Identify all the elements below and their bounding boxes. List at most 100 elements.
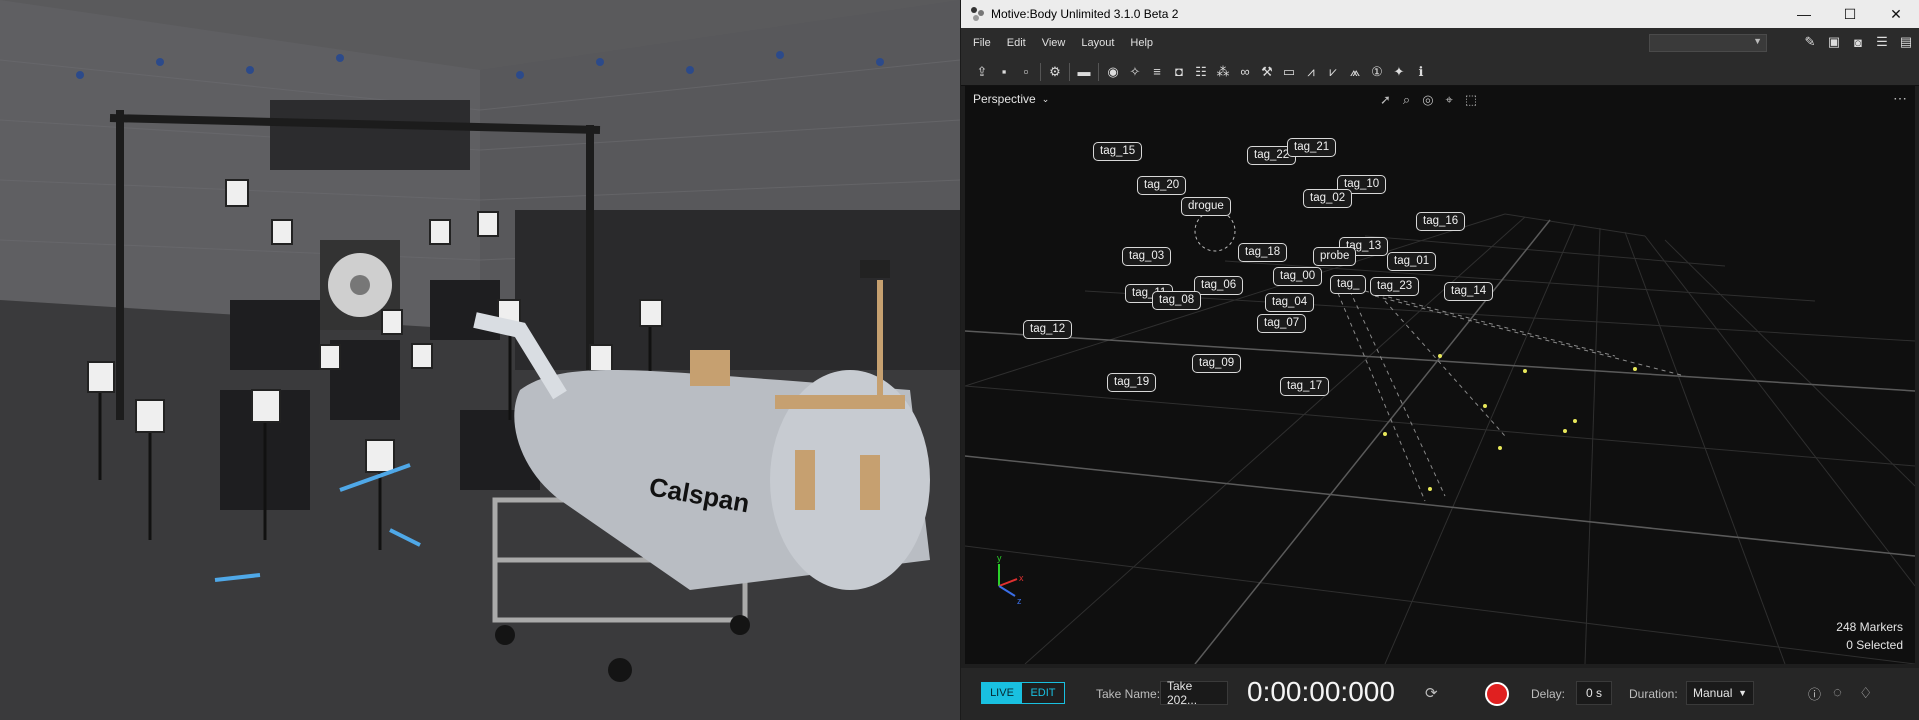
marker-icon[interactable]: ✦ bbox=[1388, 61, 1410, 83]
visibility-icon[interactable]: ◎ bbox=[1422, 92, 1433, 108]
motive-window: Motive:Body Unlimited 3.1.0 Beta 2 — ☐ ✕… bbox=[961, 0, 1919, 720]
asset-label[interactable]: tag_06 bbox=[1194, 276, 1244, 295]
panel-icon[interactable]: ▬ bbox=[1073, 61, 1095, 83]
layout-custom-icon[interactable]: ▤ bbox=[1897, 33, 1915, 51]
asset-label[interactable]: tag_12 bbox=[1023, 320, 1073, 339]
menu-view[interactable]: View bbox=[1034, 37, 1074, 49]
chevron-down-icon: ⌄ bbox=[1041, 93, 1050, 104]
duration-dropdown[interactable]: Manual ▼ bbox=[1686, 681, 1754, 705]
take-name-field[interactable]: Take 202... bbox=[1160, 679, 1228, 707]
record-button[interactable] bbox=[1485, 682, 1509, 706]
asset-label[interactable]: drogue bbox=[1181, 197, 1231, 216]
camera-view-icon[interactable]: ⌖ bbox=[1446, 92, 1453, 108]
layout-dropdown[interactable]: ▼ bbox=[1649, 34, 1767, 52]
close-button[interactable]: ✕ bbox=[1873, 0, 1919, 28]
database-icon[interactable]: ≡ bbox=[1146, 61, 1168, 83]
duration-value: Manual bbox=[1693, 686, 1733, 700]
asset-label[interactable]: tag_17 bbox=[1280, 377, 1330, 396]
selected-count: 0 Selected bbox=[1846, 638, 1903, 652]
asset-label[interactable]: tag_18 bbox=[1238, 243, 1288, 262]
asset-label[interactable]: tag_02 bbox=[1303, 189, 1353, 208]
menu-layout[interactable]: Layout bbox=[1073, 37, 1122, 49]
window-title: Motive:Body Unlimited 3.1.0 Beta 2 bbox=[991, 7, 1179, 21]
frame-selection-icon[interactable]: ⬚ bbox=[1465, 92, 1477, 108]
new-take-icon[interactable]: ⇪ bbox=[971, 61, 993, 83]
chevron-down-icon: ▼ bbox=[1753, 36, 1762, 46]
marker-count: 248 Markers bbox=[1836, 620, 1903, 634]
toolbar-divider bbox=[1069, 62, 1070, 81]
control-deck: LIVE EDIT Take Name: Take 202... 0:00:00… bbox=[961, 668, 1919, 720]
list-icon[interactable]: ☷ bbox=[1190, 61, 1212, 83]
menu-edit[interactable]: Edit bbox=[999, 37, 1034, 49]
save-icon[interactable]: ▪ bbox=[993, 61, 1015, 83]
viewport-tools: ➚ ⌕ ◎ ⌖ ⬚ bbox=[1380, 92, 1477, 108]
camera-icon[interactable]: ◉ bbox=[1102, 61, 1124, 83]
asset-icon[interactable]: ⁂ bbox=[1212, 61, 1234, 83]
select-tool-icon[interactable]: ➚ bbox=[1380, 92, 1391, 108]
title-bar: Motive:Body Unlimited 3.1.0 Beta 2 — ☐ ✕ bbox=[961, 0, 1919, 28]
loop-icon[interactable]: ⟳ bbox=[1425, 684, 1438, 702]
graph-3-icon[interactable]: ⩕ bbox=[1344, 61, 1366, 83]
asset-label[interactable]: tag_07 bbox=[1257, 314, 1307, 333]
svg-text:z: z bbox=[1017, 596, 1022, 606]
info-icon[interactable]: ℹ bbox=[1410, 61, 1432, 83]
asset-label[interactable]: probe bbox=[1313, 247, 1357, 266]
menu-file[interactable]: File bbox=[965, 37, 999, 49]
tag-icon[interactable]: ▭ bbox=[1278, 61, 1300, 83]
save-all-icon[interactable]: ▫ bbox=[1015, 61, 1037, 83]
minimize-button[interactable]: — bbox=[1781, 0, 1827, 28]
marker-counts: 248 Markers 0 Selected bbox=[1836, 618, 1903, 654]
asset-label[interactable]: tag_16 bbox=[1416, 212, 1466, 231]
menu-bar: File Edit View Layout Help ▼ ✎ ▣ ◙ ☰ ▤ bbox=[961, 28, 1919, 58]
delay-label: Delay: bbox=[1531, 687, 1566, 701]
live-mode-button[interactable]: LIVE bbox=[982, 683, 1022, 703]
asset-label[interactable]: tag_08 bbox=[1152, 291, 1202, 310]
perspective-viewport[interactable]: y x z Perspective ⌄ ➚ ⌕ ◎ ⌖ ⬚ ⋯ tag_15 t… bbox=[965, 86, 1915, 664]
asset-label[interactable]: tag_15 bbox=[1093, 142, 1143, 161]
notification-icon[interactable]: ♢ bbox=[1859, 684, 1872, 702]
one-badge-icon[interactable]: ① bbox=[1366, 61, 1388, 83]
graph-icon[interactable]: ⩘ bbox=[1300, 61, 1322, 83]
layout-edit-data-icon[interactable]: ☰ bbox=[1873, 33, 1891, 51]
settings-icon[interactable]: ⚙ bbox=[1044, 61, 1066, 83]
timecode-display: 0:00:00:000 bbox=[1247, 676, 1395, 707]
mode-toggle: LIVE EDIT bbox=[981, 682, 1065, 704]
maximize-button[interactable]: ☐ bbox=[1827, 0, 1873, 28]
wand-icon[interactable]: ✧ bbox=[1124, 61, 1146, 83]
viewport-more-icon[interactable]: ⋯ bbox=[1893, 90, 1907, 107]
viewport-mode-selector[interactable]: Perspective ⌄ bbox=[973, 92, 1049, 106]
info-icon[interactable]: ⓘ bbox=[1808, 684, 1821, 703]
asset-label[interactable]: tag_00 bbox=[1273, 267, 1323, 286]
asset-label[interactable]: tag_09 bbox=[1192, 354, 1242, 373]
tools-icon[interactable]: ⚒ bbox=[1256, 61, 1278, 83]
calibration-icon[interactable]: ◘ bbox=[1168, 61, 1190, 83]
take-name-label: Take Name: bbox=[1096, 687, 1161, 701]
svg-text:x: x bbox=[1019, 573, 1024, 583]
asset-label[interactable]: tag_01 bbox=[1387, 252, 1437, 271]
broadcast-icon[interactable]: ◌ bbox=[1833, 684, 1842, 701]
edit-mode-button[interactable]: EDIT bbox=[1022, 683, 1064, 703]
toolbar-divider bbox=[1098, 62, 1099, 81]
asset-label[interactable]: tag_21 bbox=[1287, 138, 1337, 157]
capture-volume-illustration: Calspan bbox=[0, 0, 960, 720]
asset-label[interactable]: tag_14 bbox=[1444, 282, 1494, 301]
asset-label[interactable]: tag_20 bbox=[1137, 176, 1187, 195]
app-logo-icon bbox=[971, 7, 985, 21]
link-icon[interactable]: ∞ bbox=[1234, 61, 1256, 83]
delay-field[interactable]: 0 s bbox=[1576, 681, 1612, 705]
menu-help[interactable]: Help bbox=[1122, 37, 1161, 49]
layout-calibrate-icon[interactable]: ▣ bbox=[1825, 33, 1843, 51]
graph-2-icon[interactable]: ⩗ bbox=[1322, 61, 1344, 83]
asset-label[interactable]: tag_04 bbox=[1265, 293, 1315, 312]
layout-capture-icon[interactable]: ◙ bbox=[1849, 33, 1867, 51]
zoom-tool-icon[interactable]: ⌕ bbox=[1403, 92, 1410, 108]
layout-tools: ✎ ▣ ◙ ☰ ▤ bbox=[1801, 33, 1915, 51]
toolbar-divider bbox=[1040, 62, 1041, 81]
asset-label[interactable]: tag_03 bbox=[1122, 247, 1172, 266]
asset-label[interactable]: tag_19 bbox=[1107, 373, 1157, 392]
duration-label: Duration: bbox=[1629, 687, 1678, 701]
asset-label[interactable]: tag_23 bbox=[1370, 277, 1420, 296]
layout-edit-icon[interactable]: ✎ bbox=[1801, 33, 1819, 51]
asset-label[interactable]: tag_ bbox=[1330, 275, 1367, 294]
capture-volume-photo: Calspan bbox=[0, 0, 960, 720]
